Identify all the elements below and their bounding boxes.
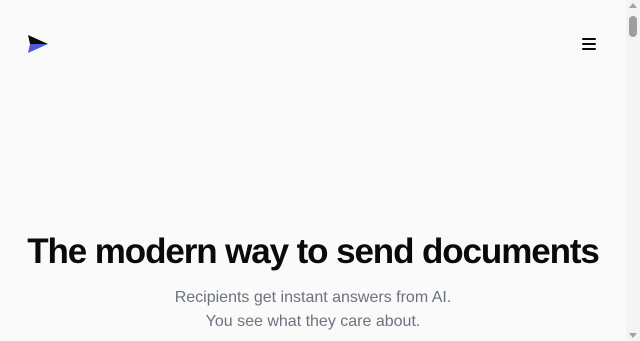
hero-subtitle: Recipients get instant answers from AI. … bbox=[0, 286, 626, 334]
scroll-up-arrow-icon[interactable] bbox=[629, 3, 637, 8]
paper-plane-icon bbox=[28, 35, 48, 53]
hamburger-menu-icon bbox=[582, 38, 596, 50]
site-header bbox=[0, 0, 626, 88]
hero-subtitle-line-2: You see what they care about. bbox=[205, 313, 421, 330]
logo-link[interactable] bbox=[27, 33, 49, 55]
vertical-scrollbar[interactable] bbox=[626, 0, 640, 341]
scrollbar-thumb[interactable] bbox=[629, 16, 637, 37]
hero-subtitle-line-1: Recipients get instant answers from AI. bbox=[174, 289, 452, 306]
scroll-down-arrow-icon[interactable] bbox=[629, 333, 637, 338]
hero-title: The modern way to send documents bbox=[27, 232, 600, 271]
menu-button[interactable] bbox=[578, 33, 600, 55]
hero-section: The modern way to send documents Recipie… bbox=[0, 228, 626, 334]
